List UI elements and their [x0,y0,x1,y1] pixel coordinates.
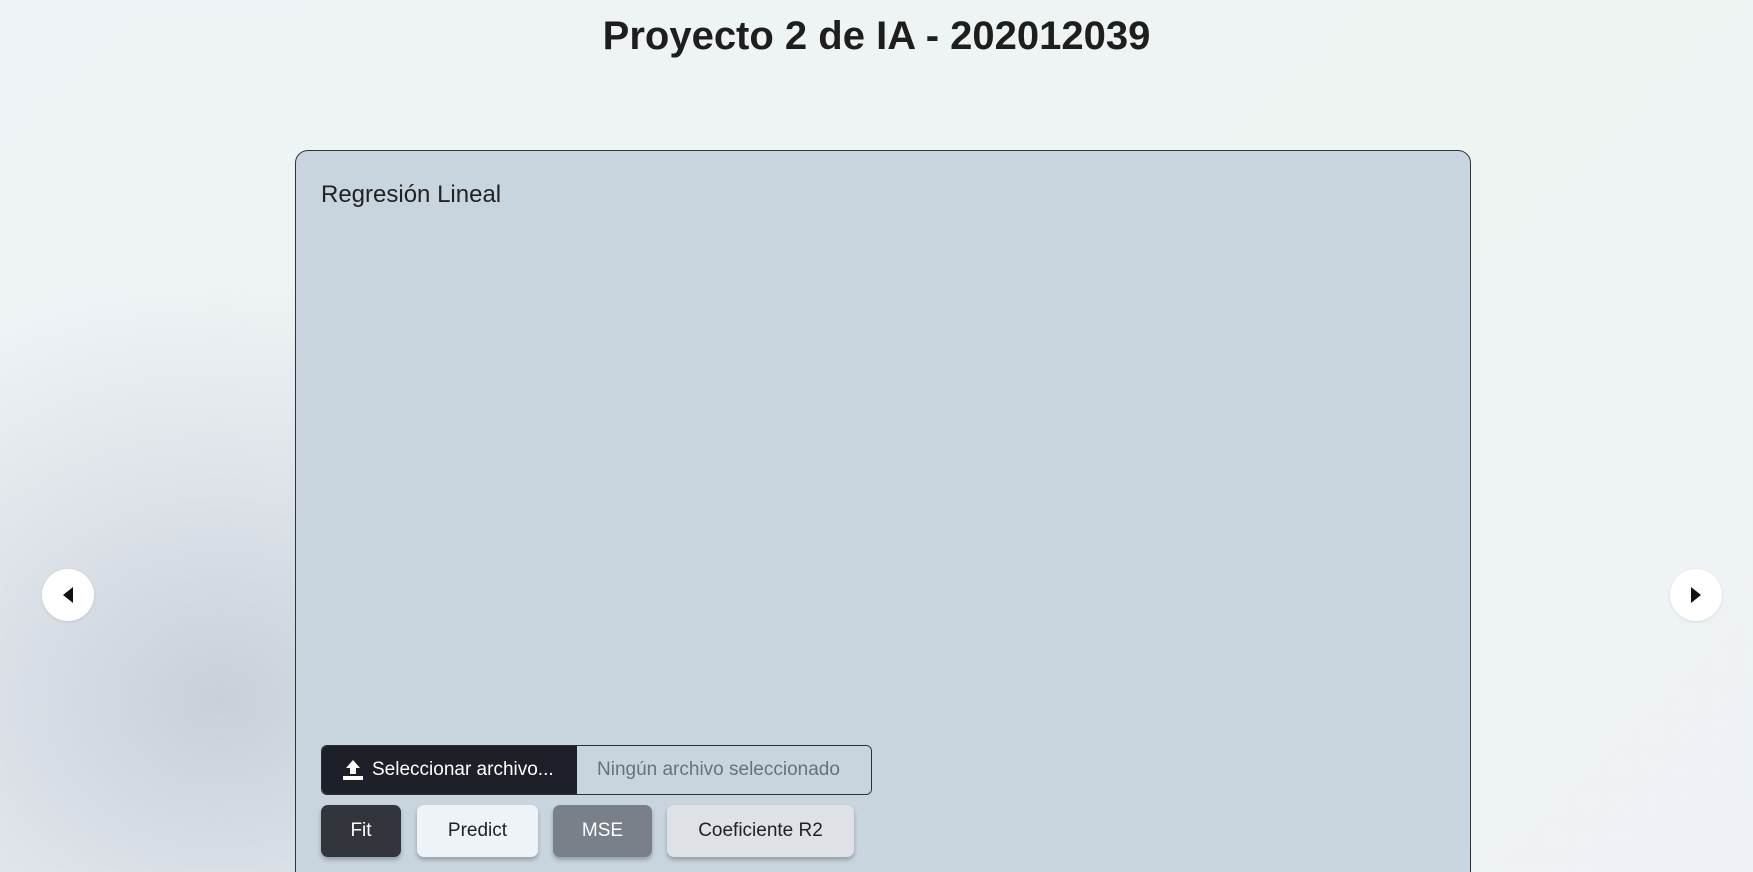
carousel-next-button[interactable] [1670,569,1722,621]
predict-button[interactable]: Predict [417,805,538,857]
chevron-left-icon [63,587,73,603]
select-file-label: Seleccionar archivo... [372,759,554,780]
select-file-button[interactable]: Seleccionar archivo... [322,746,577,794]
file-name-display: Ningún archivo seleccionado [577,746,871,794]
upload-icon [343,760,363,780]
fit-button[interactable]: Fit [321,805,401,857]
file-input[interactable]: Seleccionar archivo... Ningún archivo se… [321,745,872,795]
page-title: Proyecto 2 de IA - 202012039 [602,14,1151,58]
r2-button[interactable]: Coeficiente R2 [667,805,854,857]
model-card: Regresión Lineal Seleccionar archivo... … [295,150,1471,872]
carousel-prev-button[interactable] [42,569,94,621]
mse-button[interactable]: MSE [553,805,652,857]
card-title: Regresión Lineal [321,181,502,208]
chevron-right-icon [1691,587,1701,603]
